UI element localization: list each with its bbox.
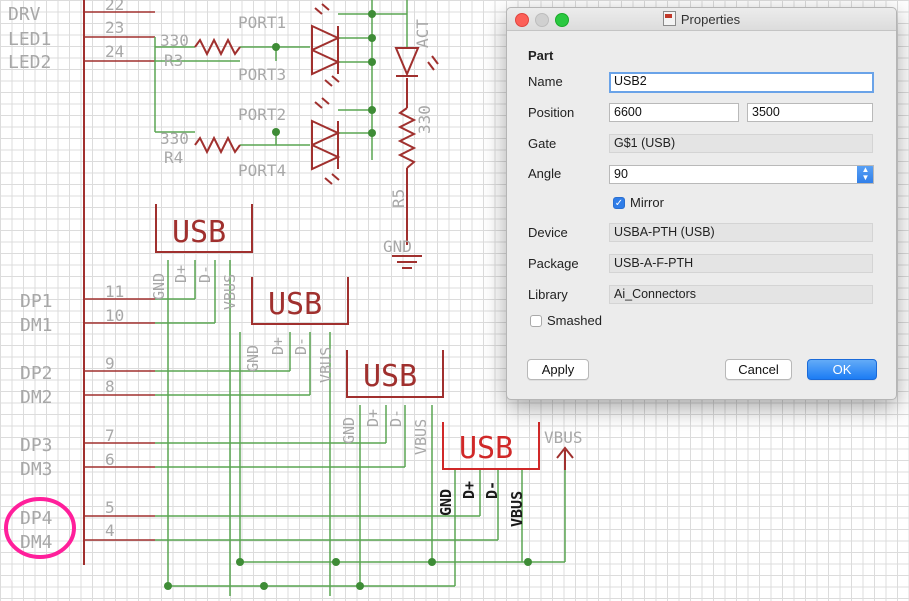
pin-label-dm3: DM3 (20, 459, 53, 480)
name-label: Name (528, 74, 563, 89)
pin-number: 10 (105, 306, 124, 325)
angle-label: Angle (528, 166, 562, 181)
vbus-label: VBUS (544, 428, 583, 447)
pin-number: 8 (105, 377, 115, 396)
mirror-label: Mirror (630, 195, 664, 210)
position-label: Position (528, 105, 575, 120)
net-wires (154, 0, 566, 596)
name-field[interactable]: USB2 (609, 72, 874, 93)
svg-text:D+: D+ (460, 481, 478, 499)
properties-dialog: Properties Part Name USB2 Position 6600 … (506, 7, 897, 400)
usb-part-3: USB GND D+ D- VBUS (340, 350, 444, 455)
pin-number: 9 (105, 354, 115, 373)
pin-label-led2: LED2 (8, 52, 51, 73)
pin-label-dp3: DP3 (20, 435, 53, 456)
usb-part-2: USB GND D+ D- VBUS (244, 277, 349, 383)
svg-text:USB: USB (172, 215, 226, 250)
svg-text:D-: D- (483, 481, 501, 499)
svg-text:D-: D- (292, 337, 310, 355)
package-label: Package (528, 256, 579, 271)
vbus-supply-symbol (556, 446, 574, 470)
usb-part-1: USB GND D+ D- VBUS (150, 204, 253, 310)
port-label: PORT1 (238, 13, 286, 32)
port-label: PORT2 (238, 105, 286, 124)
cancel-button[interactable]: Cancel (725, 359, 792, 380)
svg-text:GND: GND (244, 345, 262, 372)
pin-label-dm1: DM1 (20, 315, 53, 336)
library-field: Ai_Connectors (609, 285, 873, 304)
pin-number: 23 (105, 18, 124, 37)
library-label: Library (528, 287, 568, 302)
angle-select[interactable]: 90 ▲ ▼ (609, 165, 874, 184)
angle-value: 90 (614, 167, 628, 181)
gnd-symbol (392, 255, 422, 269)
svg-text:USB: USB (268, 287, 322, 322)
device-label: Device (528, 225, 568, 240)
smashed-label: Smashed (547, 313, 602, 328)
smashed-checkbox[interactable] (530, 315, 542, 327)
gnd-label: GND (383, 237, 412, 256)
usb-part-4-selected: USB GND D+ D- VBUS (437, 422, 540, 527)
mirror-checkbox[interactable]: ✓ (613, 197, 625, 209)
port-label: PORT4 (238, 161, 286, 180)
dialog-title: Properties (680, 12, 741, 27)
resistor-name: R5 (389, 189, 408, 208)
resistor-r3 (194, 37, 241, 57)
resistor-value: 330 (415, 105, 434, 134)
package-field: USB-A-F-PTH (609, 254, 873, 273)
svg-text:GND: GND (437, 489, 455, 516)
svg-text:D+: D+ (269, 337, 287, 355)
port-label: PORT3 (238, 65, 286, 84)
position-x-field[interactable]: 6600 (609, 103, 739, 122)
section-part-heading: Part (528, 48, 554, 63)
resistor-r4 (194, 135, 241, 155)
resistor-value: 330 (160, 129, 189, 148)
pin-number: 24 (105, 42, 124, 61)
gate-label: Gate (528, 136, 557, 151)
document-icon (662, 11, 676, 26)
pin-label-dm4: DM4 (20, 532, 53, 553)
angle-stepper-icon[interactable]: ▲ ▼ (857, 166, 873, 183)
pin-label-drv: DRV (8, 4, 41, 25)
ok-button[interactable]: OK (807, 359, 877, 380)
resistor-value: 330 (160, 31, 189, 50)
svg-text:USB: USB (363, 359, 417, 394)
pin-number: 22 (105, 0, 124, 14)
pin-label-dm2: DM2 (20, 387, 53, 408)
resistor-name: R4 (164, 148, 183, 167)
ic-pin-stubs (84, 11, 155, 541)
act-label: ACT (413, 19, 432, 48)
svg-text:VBUS: VBUS (221, 274, 239, 310)
svg-text:GND: GND (340, 417, 358, 444)
svg-text:D+: D+ (364, 409, 382, 427)
pin-label-dp2: DP2 (20, 363, 53, 384)
svg-text:D-: D- (196, 265, 214, 283)
pin-label-dp1: DP1 (20, 291, 53, 312)
pin-number: 7 (105, 426, 115, 445)
pin-number: 11 (105, 282, 124, 301)
svg-text:VBUS: VBUS (317, 347, 335, 383)
dialog-titlebar[interactable]: Properties (507, 8, 896, 31)
pin-number: 5 (105, 498, 115, 517)
position-y-field[interactable]: 3500 (747, 103, 873, 122)
svg-text:GND: GND (150, 273, 168, 300)
svg-text:D+: D+ (172, 265, 190, 283)
svg-text:D-: D- (387, 409, 405, 427)
svg-text:USB: USB (459, 431, 513, 466)
svg-text:VBUS: VBUS (412, 419, 430, 455)
pin-label-led1: LED1 (8, 29, 51, 50)
device-field: USBA-PTH (USB) (609, 223, 873, 242)
svg-text:VBUS: VBUS (508, 491, 526, 527)
resistor-name: R3 (164, 51, 183, 70)
resistor-r5 (397, 107, 417, 169)
pin-label-dp4: DP4 (20, 508, 53, 529)
apply-button[interactable]: Apply (527, 359, 589, 380)
pin-number: 4 (105, 521, 115, 540)
pin-number: 6 (105, 450, 115, 469)
gate-field: G$1 (USB) (609, 134, 873, 153)
